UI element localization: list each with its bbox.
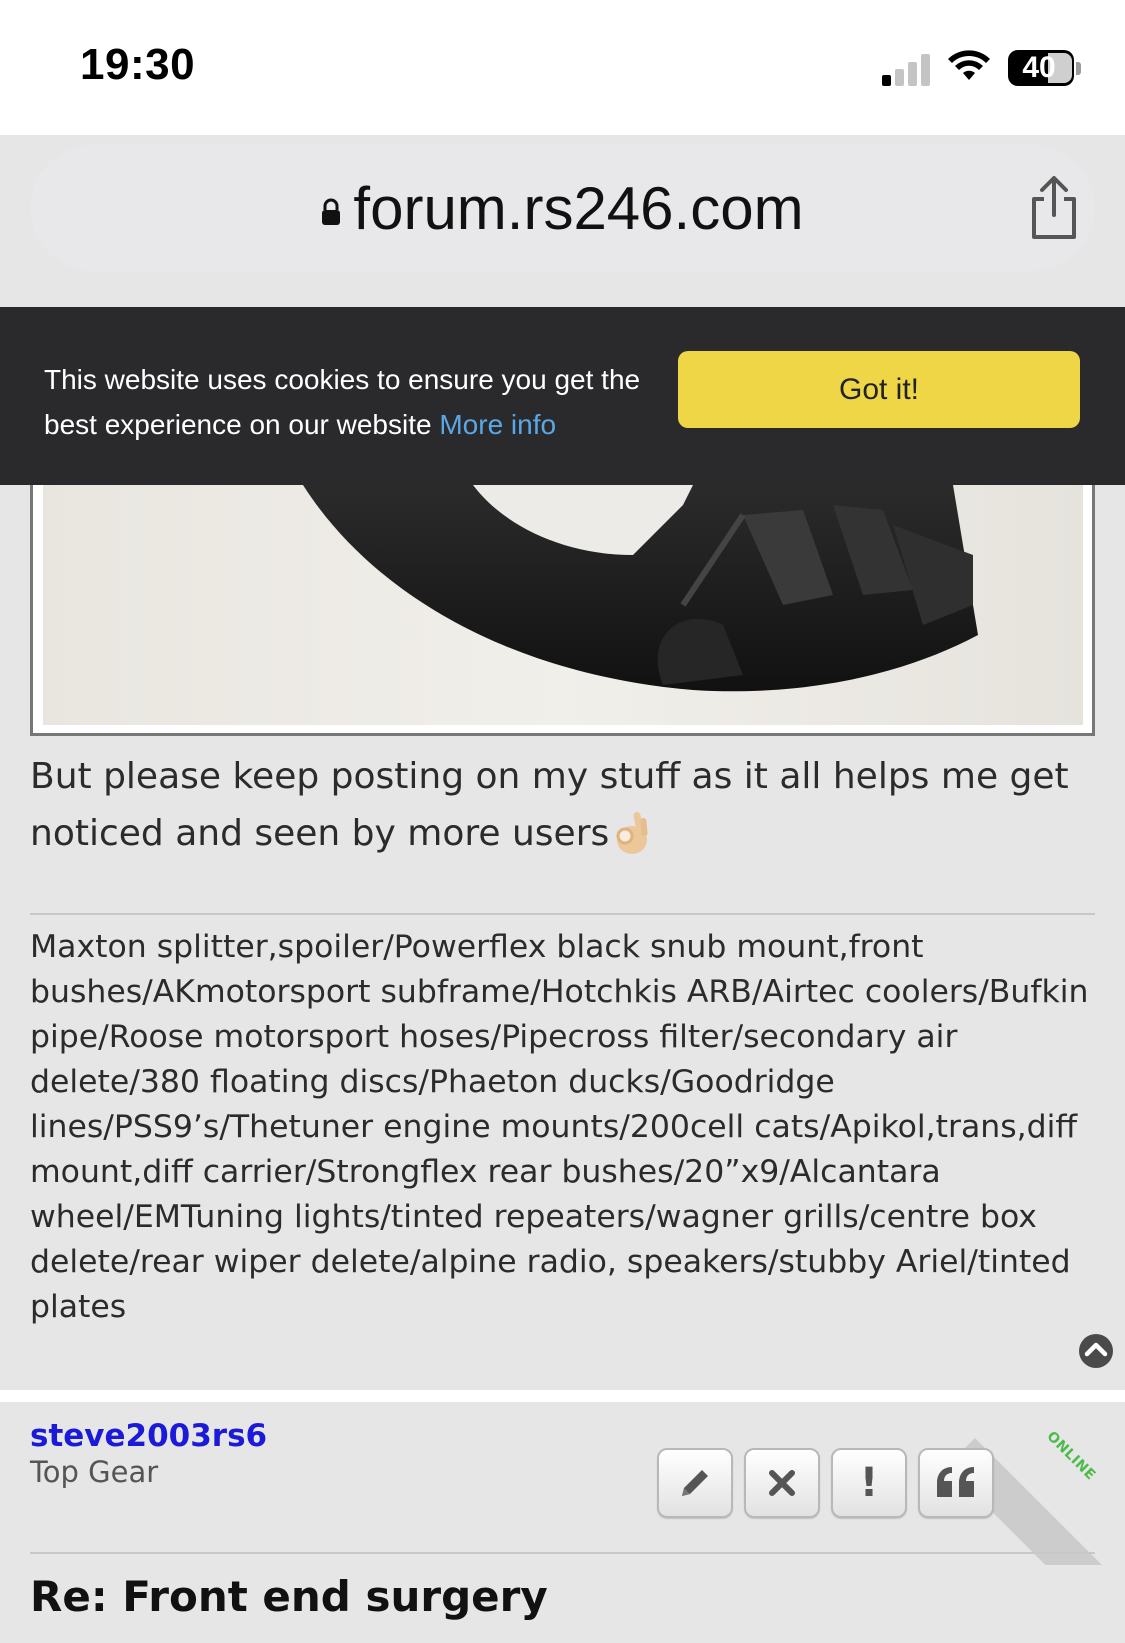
status-time: 19:30 — [80, 40, 196, 89]
ok-hand-emoji-icon — [616, 812, 648, 854]
delete-button[interactable] — [744, 1448, 820, 1518]
battery-cap — [1076, 62, 1081, 75]
share-icon[interactable] — [1026, 175, 1082, 241]
address-bar[interactable]: forum.rs246.com — [30, 145, 1095, 271]
url-text: forum.rs246.com — [353, 174, 804, 242]
battery-level: 40 — [1022, 51, 1056, 84]
report-button[interactable]: ! — [831, 1448, 907, 1518]
more-info-link[interactable]: More info — [439, 409, 556, 440]
quote-icon — [937, 1467, 974, 1497]
accept-cookies-button[interactable]: Got it! — [678, 351, 1080, 428]
signal-icon — [882, 52, 932, 86]
delete-icon — [769, 1470, 795, 1496]
post-header-divider — [30, 1552, 1095, 1554]
post-body: But please keep posting on my stuff as i… — [30, 756, 1069, 854]
quote-button[interactable] — [918, 1448, 994, 1518]
brake-shield-photo — [43, 485, 1083, 725]
post-image-frame — [30, 485, 1095, 736]
status-bar: 19:30 40 — [0, 0, 1125, 135]
post-image[interactable] — [43, 485, 1083, 725]
cookie-banner: This website uses cookies to ensure you … — [0, 307, 1125, 485]
cookie-message: This website uses cookies to ensure you … — [44, 364, 641, 440]
post-separator — [0, 1390, 1125, 1402]
signature-divider — [30, 913, 1095, 915]
post-title: Re: Front end surgery — [30, 1572, 548, 1621]
author-rank: Top Gear — [30, 1455, 159, 1489]
lock-icon — [322, 198, 341, 225]
report-icon: ! — [859, 1460, 879, 1506]
edit-icon — [682, 1470, 708, 1496]
edit-button[interactable] — [657, 1448, 733, 1518]
battery-icon: 40 — [1008, 50, 1074, 86]
scroll-to-top-icon[interactable] — [1078, 1333, 1114, 1369]
post-signature: Maxton splitter,spoiler/Powerflex black … — [30, 929, 1089, 1325]
wifi-icon — [948, 50, 990, 80]
post-author[interactable]: steve2003rs6 — [30, 1418, 267, 1454]
